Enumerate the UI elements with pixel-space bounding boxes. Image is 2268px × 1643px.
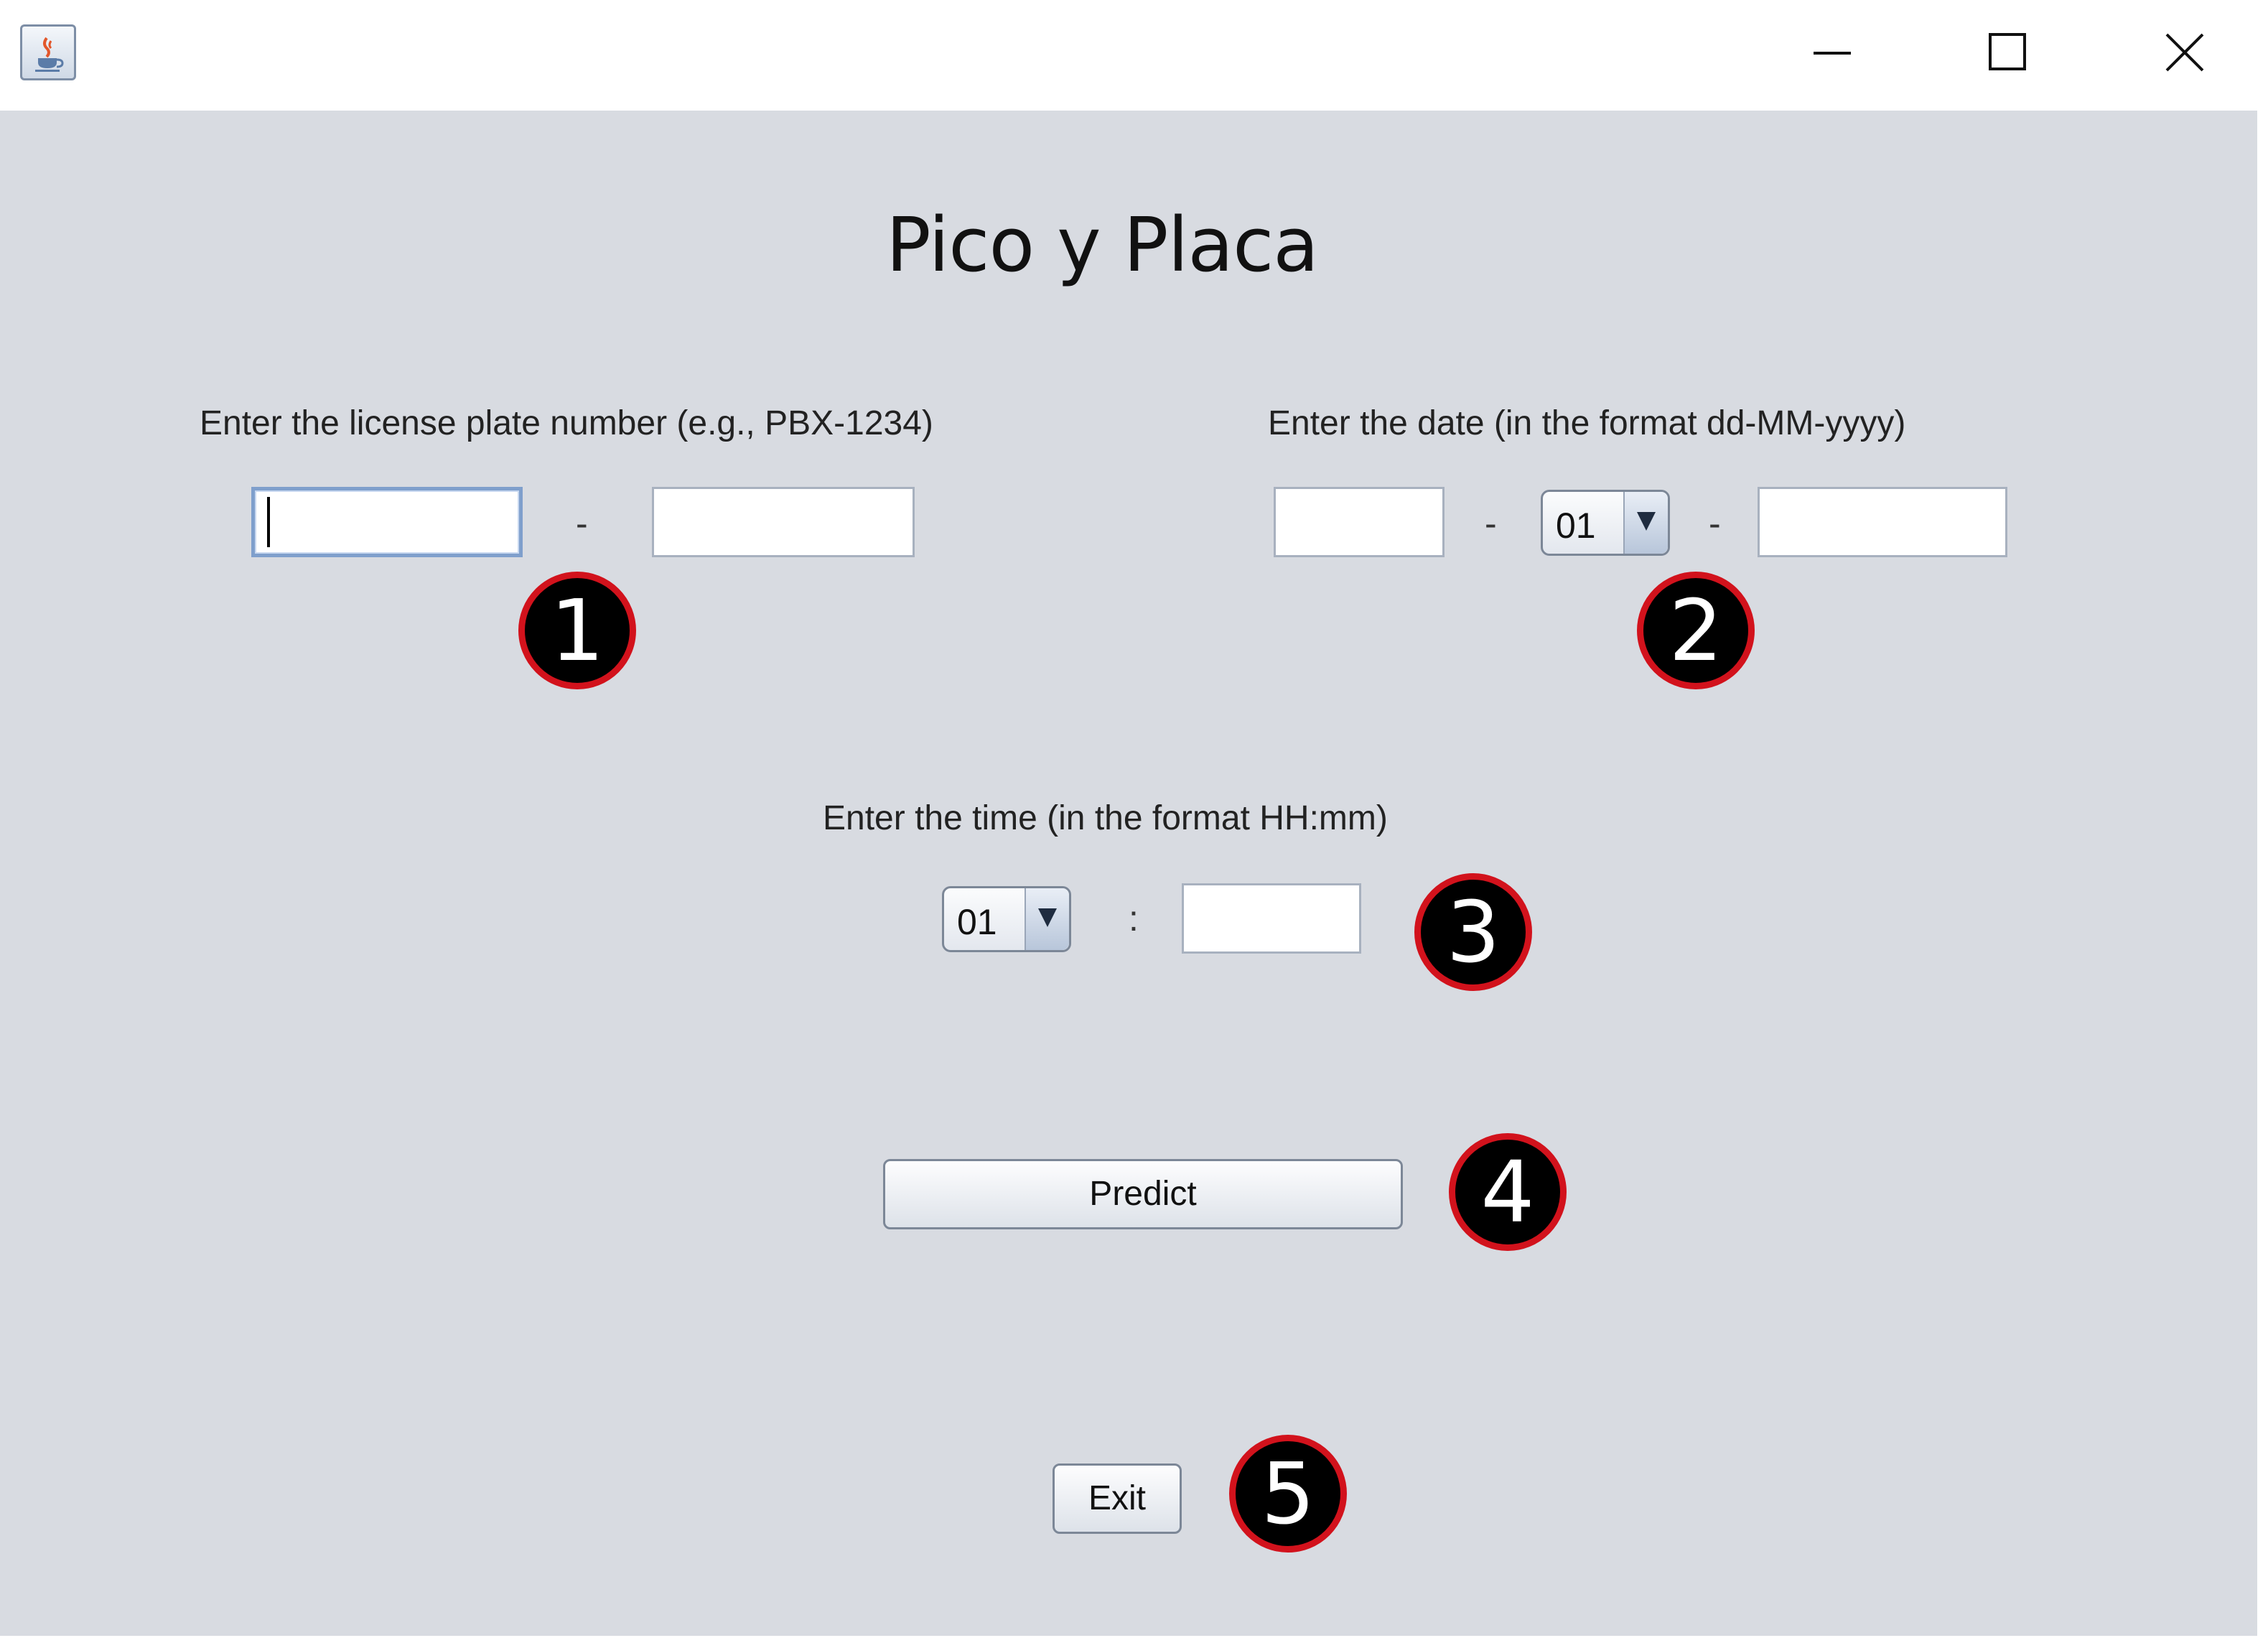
date-separator-2: - (1709, 503, 1721, 544)
maximize-icon[interactable] (1983, 27, 2033, 78)
time-separator: : (1129, 898, 1139, 939)
date-separator-1: - (1485, 503, 1497, 544)
plate-separator: - (576, 503, 588, 544)
date-label: Enter the date (in the format dd-MM-yyyy… (1268, 404, 1906, 442)
year-input[interactable] (1758, 487, 2007, 557)
callout-badge-4: 4 (1449, 1133, 1567, 1251)
page-title: Pico y Placa (885, 201, 1319, 289)
hour-dropdown-button[interactable] (1025, 888, 1069, 950)
callout-badge-3: 3 (1414, 873, 1532, 991)
content-panel (0, 111, 2268, 1643)
predict-button[interactable]: Predict (883, 1159, 1403, 1229)
callout-badge-2: 2 (1637, 572, 1755, 689)
plate-number-input[interactable] (652, 487, 915, 557)
callout-badge-1: 1 (518, 572, 636, 689)
close-icon[interactable] (2160, 27, 2210, 78)
window-titlebar (0, 0, 2268, 111)
chevron-down-icon (1637, 512, 1656, 531)
plate-label: Enter the license plate number (e.g., PB… (200, 404, 933, 442)
minute-input[interactable] (1182, 883, 1361, 954)
minimize-icon[interactable] (1808, 27, 1858, 78)
right-edge (2257, 111, 2268, 1643)
exit-button[interactable]: Exit (1053, 1463, 1182, 1534)
plate-prefix-input[interactable] (251, 487, 523, 557)
day-input[interactable] (1274, 487, 1445, 557)
text-caret (267, 497, 270, 547)
java-icon[interactable] (20, 24, 76, 80)
chevron-down-icon (1038, 908, 1057, 927)
hour-select[interactable]: 01 (942, 886, 1071, 952)
month-selected-value: 01 (1556, 506, 1596, 546)
java-cup-glyph (35, 37, 64, 72)
bottom-edge (0, 1636, 2268, 1643)
month-dropdown-button[interactable] (1623, 492, 1668, 554)
callout-badge-5: 5 (1229, 1435, 1347, 1553)
time-label: Enter the time (in the format HH:mm) (823, 799, 1388, 837)
month-select[interactable]: 01 (1541, 490, 1670, 556)
hour-selected-value: 01 (957, 902, 997, 942)
